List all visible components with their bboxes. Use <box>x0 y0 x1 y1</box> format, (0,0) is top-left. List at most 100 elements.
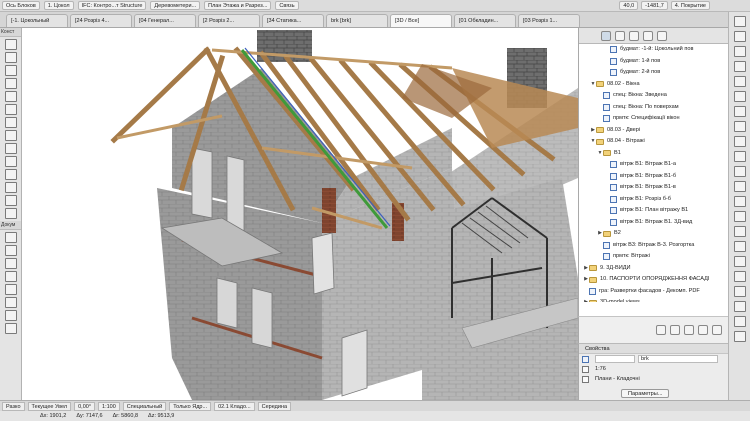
pet-palette-icon-15[interactable] <box>733 226 746 237</box>
tree-folder[interactable]: ▼ 08.04 - Вітражі <box>579 136 729 148</box>
layout-book-icon[interactable] <box>629 30 639 41</box>
pet-palette-icon-17[interactable] <box>733 256 746 267</box>
tab-3[interactable]: [2 Розріз 2... <box>198 14 260 27</box>
navigator-options-icon[interactable] <box>657 30 667 41</box>
parameters-button[interactable]: Параметры... <box>621 389 670 398</box>
object-tool-icon[interactable] <box>4 195 17 206</box>
window-tool-icon[interactable] <box>4 143 17 154</box>
layout-name-field[interactable]: brk <box>638 355 718 363</box>
slab-tool-icon[interactable] <box>4 91 17 102</box>
door-tool-icon[interactable] <box>4 130 17 141</box>
pet-palette-icon-2[interactable] <box>733 31 746 42</box>
pet-palette-icon-4[interactable] <box>733 61 746 72</box>
tree-item[interactable]: будмат: 2-й пов <box>579 67 729 79</box>
coord-a-field[interactable]: 40,0 <box>619 1 639 10</box>
roof-tool-icon[interactable] <box>4 104 17 115</box>
tree-folder[interactable]: ▶ 3D-model views <box>579 297 729 302</box>
pet-palette-icon-1[interactable] <box>733 16 746 27</box>
pet-palette-icon-19[interactable] <box>733 286 746 297</box>
tree-item[interactable]: спец: Вікна: По поверхам <box>579 102 729 114</box>
pet-palette-icon-20[interactable] <box>733 301 746 312</box>
pet-palette-icon-18[interactable] <box>733 271 746 282</box>
pet-palette-icon-16[interactable] <box>733 241 746 252</box>
tree-item[interactable]: прмтк: Специфікації вікон <box>579 113 729 125</box>
pet-palette-icon-8[interactable] <box>733 121 746 132</box>
pet-palette-icon-3[interactable] <box>733 46 746 57</box>
view-map-icon[interactable] <box>615 30 625 41</box>
tree-item[interactable]: спец: Вікна: Зведена <box>579 90 729 102</box>
building-material-selector[interactable]: Деревометери... <box>150 1 201 10</box>
show-on-views-selector[interactable]: План Этажа и Разрез... <box>204 1 272 10</box>
link-selector[interactable]: Связь <box>275 1 299 10</box>
tree-item[interactable]: вітрж В1: Вітраж В1-б <box>579 171 729 183</box>
tree-item[interactable]: прмтк: Вітражі <box>579 251 729 263</box>
structure-display-status[interactable]: Только Ядр... <box>169 401 212 411</box>
tree-item[interactable]: вітрж В1: План вітражу В1 <box>579 205 729 217</box>
zone-tool-icon[interactable] <box>4 208 17 219</box>
arrow-tool-icon[interactable] <box>4 39 17 50</box>
arc-tool-icon[interactable] <box>4 297 17 308</box>
pet-palette-icon-21[interactable] <box>733 316 746 327</box>
story-selector[interactable]: 1. Цокол <box>43 1 74 10</box>
zoom-status[interactable]: Текущее Увел <box>27 401 72 411</box>
tab-0[interactable]: [-1. Цокольный <box>6 14 68 27</box>
settings-icon[interactable] <box>712 325 722 335</box>
publisher-sets-icon[interactable] <box>643 30 653 41</box>
pet-palette-icon-6[interactable] <box>733 91 746 102</box>
line-tool-icon[interactable] <box>4 284 17 295</box>
wall-tool-icon[interactable] <box>4 52 17 63</box>
new-layout-icon[interactable] <box>684 325 694 335</box>
tree-item[interactable]: вітрж В1: Вітраж В1-в <box>579 182 729 194</box>
tree-item[interactable]: вітрж В1: Розріз б-б <box>579 194 729 206</box>
tab-7[interactable]: [01 Обкладин... <box>454 14 516 27</box>
tab-8[interactable]: [03 Розріз 1... <box>518 14 580 27</box>
tree-item[interactable]: вітрж В1: Вітраж В1-а <box>579 159 729 171</box>
ifc-classification[interactable]: IFC: Контро...т Structure <box>77 1 147 10</box>
tree-folder[interactable]: ▶ 10. ПАСПОРТИ ОПОРЯДЖЕННЯ ФАСАДІ <box>579 274 729 286</box>
tree-item[interactable]: будмат: 1-й пов <box>579 56 729 68</box>
model-view-status[interactable]: Середина <box>257 401 292 411</box>
tree-item[interactable]: будмат: -1-й: Цокольний пов <box>579 44 729 56</box>
pet-palette-icon-14[interactable] <box>733 211 746 222</box>
pet-palette-icon-22[interactable] <box>733 331 746 342</box>
tree-item[interactable]: гра: Развертки фасадов - Декомп. PDF <box>579 286 729 298</box>
pet-palette-icon-11[interactable] <box>733 166 746 177</box>
tab-3d-active[interactable]: [3D / Все] <box>390 14 452 27</box>
rotation-status[interactable]: 0,00° <box>74 401 96 411</box>
fill-tool-icon[interactable] <box>4 271 17 282</box>
column-tool-icon[interactable] <box>4 65 17 76</box>
tab-5[interactable]: brk [brk] <box>326 14 388 27</box>
pet-palette-icon-9[interactable] <box>733 136 746 147</box>
undo-status[interactable]: Разко <box>2 401 25 411</box>
pet-palette-icon-5[interactable] <box>733 76 746 87</box>
text-tool-icon[interactable] <box>4 245 17 256</box>
tab-2[interactable]: [04 Генерал... <box>134 14 196 27</box>
railing-tool-icon[interactable] <box>4 169 17 180</box>
coord-b-field[interactable]: -1481,7 <box>641 1 668 10</box>
tree-folder[interactable]: ▶ В2 <box>579 228 729 240</box>
pet-palette-icon-12[interactable] <box>733 181 746 192</box>
pet-palette-icon-7[interactable] <box>733 106 746 117</box>
drawing-tool-icon[interactable] <box>4 323 17 334</box>
delete-icon[interactable] <box>698 325 708 335</box>
dimension-tool-icon[interactable] <box>4 232 17 243</box>
scale-status[interactable]: 1:100 <box>98 401 120 411</box>
layout-id-field[interactable] <box>595 355 635 363</box>
tab-4[interactable]: [34 Статика... <box>262 14 324 27</box>
stair-tool-icon[interactable] <box>4 156 17 167</box>
tree-item[interactable]: вітрж В3: Вітраж В-3. Розгортка <box>579 240 729 252</box>
pet-palette-icon-10[interactable] <box>733 151 746 162</box>
clone-view-icon[interactable] <box>670 325 680 335</box>
tree-folder[interactable]: ▼ 08.02 - Вікна <box>579 79 729 91</box>
new-folder-icon[interactable] <box>656 325 666 335</box>
tab-1[interactable]: [24 Розріз 4... <box>70 14 132 27</box>
project-map-icon[interactable] <box>601 30 611 41</box>
beam-tool-icon[interactable] <box>4 78 17 89</box>
layer-option-field[interactable]: 4. Покрытие <box>670 1 710 10</box>
tree-folder[interactable]: ▼ В1 <box>579 148 729 160</box>
tree-folder[interactable]: ▶ 9. 3Д-ВИДИ <box>579 263 729 275</box>
pet-palette-icon-13[interactable] <box>733 196 746 207</box>
3d-viewport[interactable] <box>22 28 578 400</box>
shell-tool-icon[interactable] <box>4 117 17 128</box>
tree-item[interactable]: вітрж В1: Вітраж В1. 3Д-вид <box>579 217 729 229</box>
